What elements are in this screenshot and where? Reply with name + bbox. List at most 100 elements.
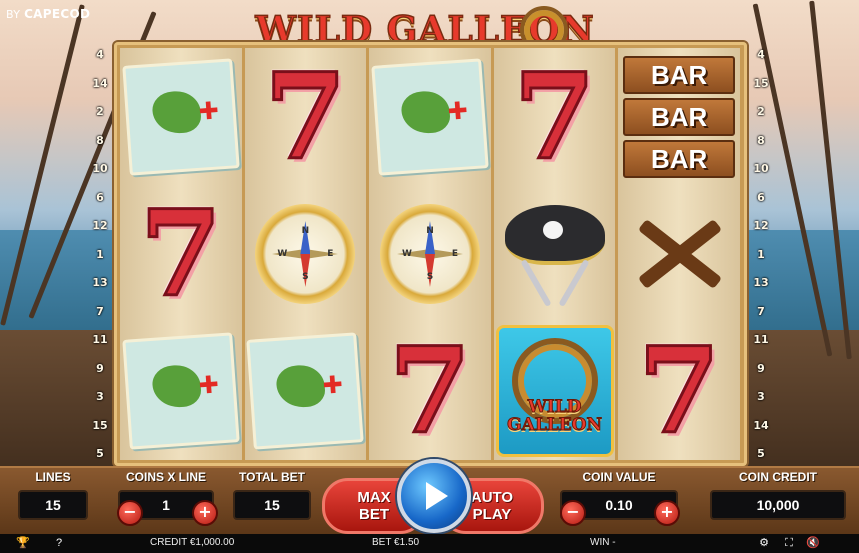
bar-plank: BAR bbox=[623, 55, 736, 94]
reel-cell bbox=[494, 185, 616, 322]
wild-label: WILD GALLEON bbox=[507, 397, 603, 436]
status-bar: 🏆 ? CREDIT €1,000.00 BET €1.50 WIN - ⚙ ⛶… bbox=[0, 534, 859, 553]
bar-plank: BAR bbox=[623, 139, 736, 178]
coins-decrease-button[interactable]: − bbox=[117, 500, 143, 526]
spin-button[interactable] bbox=[397, 459, 471, 533]
payline-right-number: 1 bbox=[757, 247, 765, 261]
seven-symbol: 7 bbox=[263, 46, 348, 186]
reel-cell: WILD GALLEON bbox=[494, 323, 616, 460]
reel-cell: N E S W bbox=[369, 185, 491, 322]
compass-n: N bbox=[426, 225, 434, 236]
compass-w: W bbox=[277, 248, 288, 259]
compass-s: S bbox=[302, 271, 309, 282]
payline-right-number: 13 bbox=[753, 276, 769, 289]
compass-symbol: N E S W bbox=[255, 203, 356, 304]
island-shape bbox=[400, 89, 452, 135]
reel-cell: 7 bbox=[245, 48, 367, 185]
payline-right-number: 14 bbox=[753, 418, 769, 432]
max-bet-line2: BET bbox=[359, 506, 389, 523]
win-text: WIN - bbox=[590, 537, 616, 548]
payline-left-number: 14 bbox=[92, 76, 108, 90]
sword-icon bbox=[519, 258, 552, 308]
lines-control: LINES 15 bbox=[18, 470, 88, 520]
payline-right-number: 15 bbox=[753, 76, 769, 90]
skull-icon bbox=[542, 220, 563, 239]
total-bet-value: 15 bbox=[233, 490, 311, 520]
max-bet-line1: MAX bbox=[357, 489, 391, 506]
compass-s: S bbox=[426, 271, 434, 282]
payline-left-number: 1 bbox=[96, 247, 104, 261]
reel-cell: 7 bbox=[120, 185, 242, 322]
payline-left-number: 10 bbox=[92, 162, 108, 175]
payline-right-number: 11 bbox=[753, 333, 769, 346]
x-mark-icon: ✚ bbox=[322, 370, 345, 401]
wild-line1: WILD bbox=[527, 397, 582, 418]
coins-increase-button[interactable]: + bbox=[192, 500, 218, 526]
payline-left-number: 4 bbox=[96, 48, 104, 61]
payline-left-number: 7 bbox=[96, 304, 104, 318]
payline-left-number: 12 bbox=[92, 219, 108, 232]
payline-numbers-right: 4 15 2 8 10 6 12 1 13 7 11 9 3 14 5 bbox=[751, 48, 771, 460]
compass-n: N bbox=[301, 225, 310, 236]
payline-right-number: 10 bbox=[753, 162, 769, 175]
payline-left-number: 2 bbox=[96, 105, 104, 118]
payline-right-number: 4 bbox=[757, 48, 765, 61]
crossed-pistols-symbol bbox=[624, 199, 734, 309]
seven-symbol: 7 bbox=[387, 321, 472, 461]
seven-symbol: 7 bbox=[512, 46, 597, 186]
coin-value-decrease-button[interactable]: − bbox=[560, 500, 586, 526]
island-shape bbox=[275, 363, 327, 410]
reels-area: ✚ 7 ✚ 7 N E S W ✚ ✚ N E S W 7 7 WILD GALLEON BAR BAR BAR 7 bbox=[120, 48, 740, 460]
bet-text: BET €1.50 bbox=[372, 537, 420, 548]
payline-left-number: 9 bbox=[96, 361, 104, 375]
trophy-icon[interactable]: 🏆 bbox=[16, 536, 30, 550]
triple-bar-symbol: BAR BAR BAR bbox=[623, 55, 736, 178]
sword-icon bbox=[557, 258, 590, 308]
help-icon[interactable]: ? bbox=[52, 536, 66, 550]
reel-cell: 7 bbox=[494, 48, 616, 185]
coin-credit-control: COIN CREDIT 10,000 bbox=[710, 470, 846, 520]
reel-cell: 7 bbox=[618, 323, 740, 460]
wild-line2: GALLEON bbox=[507, 415, 603, 436]
treasure-map-symbol: ✚ bbox=[122, 332, 240, 451]
reel-cell: ✚ bbox=[120, 48, 242, 185]
seven-symbol: 7 bbox=[637, 321, 722, 461]
reel-cell bbox=[618, 185, 740, 322]
payline-right-number: 8 bbox=[757, 133, 765, 147]
coin-credit-label: COIN CREDIT bbox=[739, 470, 817, 484]
payline-right-number: 9 bbox=[757, 361, 765, 375]
reel-1: ✚ 7 ✚ bbox=[120, 48, 242, 460]
total-bet-label: TOTAL BET bbox=[239, 470, 305, 484]
reel-cell: BAR BAR BAR bbox=[618, 48, 740, 185]
coin-value-increase-button[interactable]: + bbox=[654, 500, 680, 526]
island-shape bbox=[151, 363, 202, 410]
coin-value-label: COIN VALUE bbox=[582, 470, 656, 484]
payline-left-number: 11 bbox=[92, 333, 108, 346]
credit-text: CREDIT €1,000.00 bbox=[150, 537, 235, 548]
seven-symbol: 7 bbox=[138, 183, 223, 323]
payline-left-number: 6 bbox=[96, 190, 104, 204]
reel-2: 7 N E S W ✚ bbox=[244, 48, 367, 460]
settings-icon[interactable]: ⚙ bbox=[757, 536, 771, 550]
compass-symbol: N E S W bbox=[379, 203, 480, 304]
sound-icon[interactable]: 🔇 bbox=[806, 536, 820, 550]
treasure-map-symbol: ✚ bbox=[122, 57, 240, 176]
reel-cell: ✚ bbox=[120, 323, 242, 460]
reel-cell: ✚ bbox=[369, 48, 491, 185]
treasure-map-symbol: ✚ bbox=[246, 332, 365, 451]
lines-label: LINES bbox=[35, 470, 71, 484]
payline-left-number: 15 bbox=[92, 418, 108, 432]
fullscreen-icon[interactable]: ⛶ bbox=[782, 536, 796, 550]
lines-value[interactable]: 15 bbox=[18, 490, 88, 520]
payline-left-number: 13 bbox=[92, 276, 108, 289]
payline-left-number: 3 bbox=[96, 390, 104, 403]
brand-name: CAPECOD bbox=[24, 7, 91, 21]
reel-4: 7 WILD GALLEON bbox=[493, 48, 616, 460]
payline-right-number: 6 bbox=[757, 190, 765, 204]
total-bet-control: TOTAL BET 15 bbox=[233, 470, 311, 520]
payline-right-number: 12 bbox=[753, 219, 769, 232]
treasure-map-symbol: ✚ bbox=[371, 57, 489, 176]
payline-right-number: 3 bbox=[757, 390, 765, 403]
reel-cell: 7 bbox=[369, 323, 491, 460]
wild-symbol: WILD GALLEON bbox=[495, 325, 614, 458]
